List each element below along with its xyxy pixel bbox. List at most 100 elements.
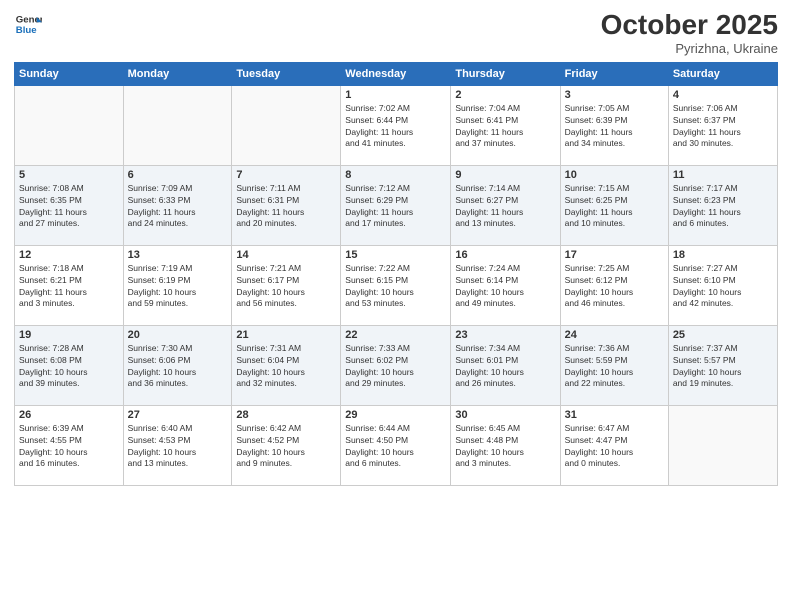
table-row: 21Sunrise: 7:31 AM Sunset: 6:04 PM Dayli… xyxy=(232,325,341,405)
day-info: Sunrise: 7:18 AM Sunset: 6:21 PM Dayligh… xyxy=(19,263,119,311)
day-info: Sunrise: 7:24 AM Sunset: 6:14 PM Dayligh… xyxy=(455,263,555,311)
table-row: 14Sunrise: 7:21 AM Sunset: 6:17 PM Dayli… xyxy=(232,245,341,325)
day-number: 27 xyxy=(128,409,228,421)
location-subtitle: Pyrizhna, Ukraine xyxy=(601,41,778,56)
table-row: 24 Sunrise: 7:36 AM Sunset: 5:59 PM Dayli… xyxy=(560,325,668,405)
table-row xyxy=(668,405,777,485)
table-row: 5 Sunrise: 7:08 AM Sunset: 6:35 PM Daylig… xyxy=(15,165,124,245)
day-info: Sunrise: 6:40 AM Sunset: 4:53 PM Dayligh… xyxy=(128,423,228,471)
table-row: 10 Sunrise: 7:15 AM Sunset: 6:25 PM Dayli… xyxy=(560,165,668,245)
table-row: 9 Sunrise: 7:14 AM Sunset: 6:27 PM Daylig… xyxy=(451,165,560,245)
day-number: 1 xyxy=(345,89,446,101)
day-info: Sunrise: 7:14 AM Sunset: 6:27 PM Dayligh… xyxy=(455,183,555,231)
day-number: 28 xyxy=(236,409,336,421)
month-title: October 2025 xyxy=(601,10,778,41)
day-number: 25 xyxy=(673,329,773,341)
calendar-week-row: 5 Sunrise: 7:08 AM Sunset: 6:35 PM Daylig… xyxy=(15,165,778,245)
day-info: Sunrise: 7:28 AM Sunset: 6:08 PM Dayligh… xyxy=(19,343,119,391)
day-number: 16 xyxy=(455,249,555,261)
day-number: 22 xyxy=(345,329,446,341)
table-row: 29 Sunrise: 6:44 AM Sunset: 4:50 PM Dayli… xyxy=(341,405,451,485)
day-number: 14 xyxy=(236,249,336,261)
table-row: 2 Sunrise: 7:04 AM Sunset: 6:41 PM Daylig… xyxy=(451,85,560,165)
day-info: Sunrise: 7:37 AM Sunset: 5:57 PM Dayligh… xyxy=(673,343,773,391)
day-number: 29 xyxy=(345,409,446,421)
day-number: 17 xyxy=(565,249,664,261)
day-number: 9 xyxy=(455,169,555,181)
header-monday: Monday xyxy=(123,62,232,85)
day-info: Sunrise: 7:30 AM Sunset: 6:06 PM Dayligh… xyxy=(128,343,228,391)
day-info: Sunrise: 6:42 AM Sunset: 4:52 PM Dayligh… xyxy=(236,423,336,471)
day-number: 7 xyxy=(236,169,336,181)
day-number: 24 xyxy=(565,329,664,341)
calendar-header-row: Sunday Monday Tuesday Wednesday Thursday… xyxy=(15,62,778,85)
day-number: 5 xyxy=(19,169,119,181)
header-thursday: Thursday xyxy=(451,62,560,85)
day-info: Sunrise: 7:31 AM Sunset: 6:04 PM Dayligh… xyxy=(236,343,336,391)
table-row: 28 Sunrise: 6:42 AM Sunset: 4:52 PM Dayli… xyxy=(232,405,341,485)
table-row: 8 Sunrise: 7:12 AM Sunset: 6:29 PM Daylig… xyxy=(341,165,451,245)
day-info: Sunrise: 6:39 AM Sunset: 4:55 PM Dayligh… xyxy=(19,423,119,471)
table-row: 4 Sunrise: 7:06 AM Sunset: 6:37 PM Daylig… xyxy=(668,85,777,165)
day-info: Sunrise: 7:15 AM Sunset: 6:25 PM Dayligh… xyxy=(565,183,664,231)
svg-text:Blue: Blue xyxy=(16,25,37,36)
table-row: 16 Sunrise: 7:24 AM Sunset: 6:14 PM Dayli… xyxy=(451,245,560,325)
table-row: 11 Sunrise: 7:17 AM Sunset: 6:23 PM Dayli… xyxy=(668,165,777,245)
day-number: 31 xyxy=(565,409,664,421)
day-number: 12 xyxy=(19,249,119,261)
day-info: Sunrise: 7:08 AM Sunset: 6:35 PM Dayligh… xyxy=(19,183,119,231)
table-row: 20 Sunrise: 7:30 AM Sunset: 6:06 PM Dayli… xyxy=(123,325,232,405)
day-number: 3 xyxy=(565,89,664,101)
day-info: Sunrise: 7:12 AM Sunset: 6:29 PM Dayligh… xyxy=(345,183,446,231)
day-number: 15 xyxy=(345,249,446,261)
day-number: 19 xyxy=(19,329,119,341)
header-saturday: Saturday xyxy=(668,62,777,85)
day-info: Sunrise: 7:17 AM Sunset: 6:23 PM Dayligh… xyxy=(673,183,773,231)
calendar-table: Sunday Monday Tuesday Wednesday Thursday… xyxy=(14,62,778,486)
day-number: 2 xyxy=(455,89,555,101)
table-row: 15Sunrise: 7:22 AM Sunset: 6:15 PM Dayli… xyxy=(341,245,451,325)
table-row: 27 Sunrise: 6:40 AM Sunset: 4:53 PM Dayli… xyxy=(123,405,232,485)
table-row: 18 Sunrise: 7:27 AM Sunset: 6:10 PM Dayli… xyxy=(668,245,777,325)
header-friday: Friday xyxy=(560,62,668,85)
table-row: 13Sunrise: 7:19 AM Sunset: 6:19 PM Dayli… xyxy=(123,245,232,325)
header-sunday: Sunday xyxy=(15,62,124,85)
header-tuesday: Tuesday xyxy=(232,62,341,85)
day-info: Sunrise: 7:05 AM Sunset: 6:39 PM Dayligh… xyxy=(565,103,664,151)
day-info: Sunrise: 7:11 AM Sunset: 6:31 PM Dayligh… xyxy=(236,183,336,231)
table-row: 12 Sunrise: 7:18 AM Sunset: 6:21 PM Dayli… xyxy=(15,245,124,325)
day-number: 18 xyxy=(673,249,773,261)
title-block: October 2025 Pyrizhna, Ukraine xyxy=(601,10,778,56)
table-row: 17 Sunrise: 7:25 AM Sunset: 6:12 PM Dayli… xyxy=(560,245,668,325)
day-number: 11 xyxy=(673,169,773,181)
calendar-week-row: 12 Sunrise: 7:18 AM Sunset: 6:21 PM Dayli… xyxy=(15,245,778,325)
table-row xyxy=(232,85,341,165)
day-info: Sunrise: 7:04 AM Sunset: 6:41 PM Dayligh… xyxy=(455,103,555,151)
day-number: 4 xyxy=(673,89,773,101)
table-row: 30Sunrise: 6:45 AM Sunset: 4:48 PM Dayli… xyxy=(451,405,560,485)
table-row: 3 Sunrise: 7:05 AM Sunset: 6:39 PM Daylig… xyxy=(560,85,668,165)
day-number: 10 xyxy=(565,169,664,181)
day-number: 20 xyxy=(128,329,228,341)
day-number: 8 xyxy=(345,169,446,181)
day-info: Sunrise: 7:27 AM Sunset: 6:10 PM Dayligh… xyxy=(673,263,773,311)
day-info: Sunrise: 7:06 AM Sunset: 6:37 PM Dayligh… xyxy=(673,103,773,151)
logo-icon: General Blue xyxy=(14,10,42,38)
day-info: Sunrise: 7:34 AM Sunset: 6:01 PM Dayligh… xyxy=(455,343,555,391)
day-info: Sunrise: 7:09 AM Sunset: 6:33 PM Dayligh… xyxy=(128,183,228,231)
table-row xyxy=(15,85,124,165)
table-row: 26Sunrise: 6:39 AM Sunset: 4:55 PM Dayli… xyxy=(15,405,124,485)
day-info: Sunrise: 7:19 AM Sunset: 6:19 PM Dayligh… xyxy=(128,263,228,311)
calendar-week-row: 19 Sunrise: 7:28 AM Sunset: 6:08 PM Dayli… xyxy=(15,325,778,405)
table-row: 7 Sunrise: 7:11 AM Sunset: 6:31 PM Daylig… xyxy=(232,165,341,245)
calendar-week-row: 1Sunrise: 7:02 AM Sunset: 6:44 PM Daylig… xyxy=(15,85,778,165)
day-info: Sunrise: 6:44 AM Sunset: 4:50 PM Dayligh… xyxy=(345,423,446,471)
table-row: 1Sunrise: 7:02 AM Sunset: 6:44 PM Daylig… xyxy=(341,85,451,165)
day-info: Sunrise: 7:25 AM Sunset: 6:12 PM Dayligh… xyxy=(565,263,664,311)
day-info: Sunrise: 7:33 AM Sunset: 6:02 PM Dayligh… xyxy=(345,343,446,391)
day-number: 30 xyxy=(455,409,555,421)
logo: General Blue xyxy=(14,10,42,38)
day-info: Sunrise: 7:36 AM Sunset: 5:59 PM Dayligh… xyxy=(565,343,664,391)
calendar-week-row: 26Sunrise: 6:39 AM Sunset: 4:55 PM Dayli… xyxy=(15,405,778,485)
table-row: 19 Sunrise: 7:28 AM Sunset: 6:08 PM Dayli… xyxy=(15,325,124,405)
